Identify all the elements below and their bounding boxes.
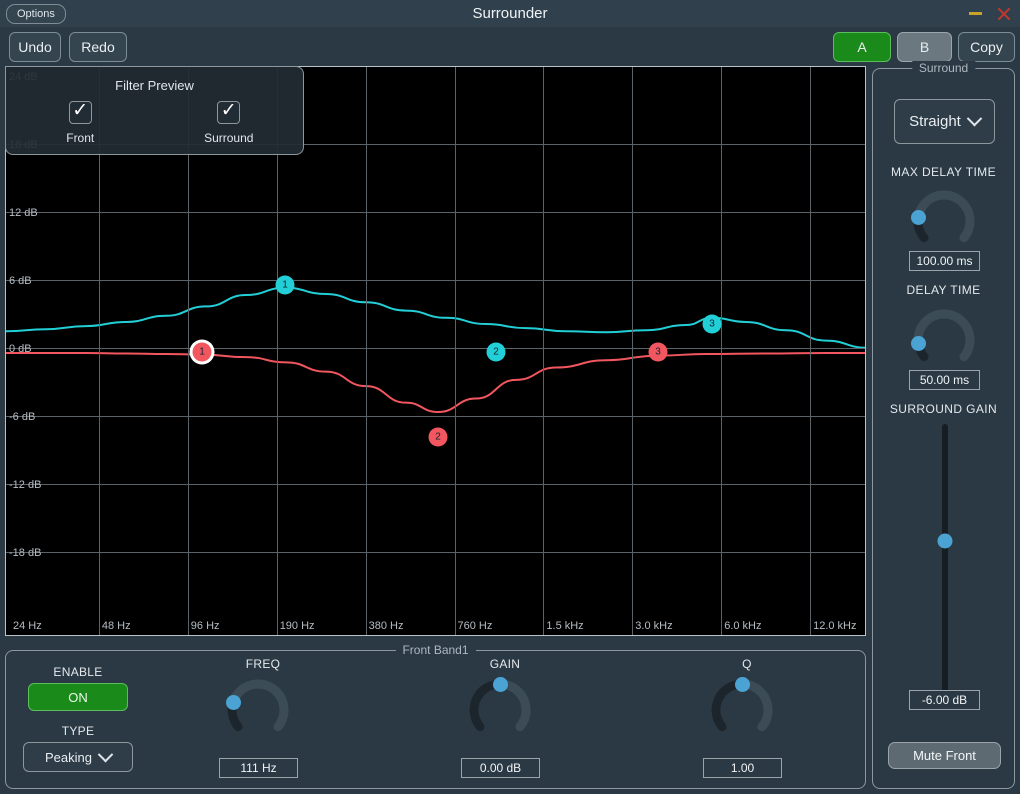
surround-mode-value: Straight xyxy=(909,113,961,130)
x-axis-label: 760 Hz xyxy=(457,620,493,632)
max-delay-label: MAX DELAY TIME xyxy=(891,165,996,179)
delay-label: DELAY TIME xyxy=(906,283,981,297)
options-button[interactable]: Options xyxy=(6,3,66,24)
x-axis-label: 24 Hz xyxy=(13,620,42,632)
knob-thumb[interactable] xyxy=(492,676,508,692)
front-checkbox[interactable] xyxy=(68,99,92,124)
preset-a-button[interactable]: A xyxy=(833,32,891,62)
y-axis-label: 0 dB xyxy=(9,342,32,355)
delay-knob[interactable] xyxy=(909,305,979,375)
enable-label: ENABLE xyxy=(53,665,103,679)
surround-gain-slider[interactable] xyxy=(937,424,953,695)
eq-curve-surround xyxy=(6,286,865,349)
toolbar: Undo Redo A B Copy xyxy=(0,27,1020,66)
grid-line-vertical xyxy=(632,67,634,635)
filter-type-dropdown[interactable]: Peaking xyxy=(23,742,133,772)
knob-thumb[interactable] xyxy=(225,694,241,710)
front-checkbox-label: Front xyxy=(66,131,95,145)
x-axis-label: 380 Hz xyxy=(368,620,404,632)
x-axis-label: 96 Hz xyxy=(190,620,220,632)
max-delay-value[interactable]: 100.00 ms xyxy=(909,251,980,271)
filter-type-value: Peaking xyxy=(45,749,92,765)
x-axis-label: 1.5 kHz xyxy=(546,620,584,632)
gain-label: GAIN xyxy=(489,657,521,671)
freq-knob[interactable] xyxy=(223,675,293,745)
minimize-icon[interactable] xyxy=(969,12,982,15)
type-label: TYPE xyxy=(61,724,95,738)
copy-button[interactable]: Copy xyxy=(958,32,1015,62)
q-knob[interactable] xyxy=(707,675,777,745)
grid-line-horizontal xyxy=(6,483,865,485)
filter-preview-title: Filter Preview xyxy=(115,78,194,93)
band-handle-front-2[interactable]: 2 xyxy=(428,427,448,447)
band-handle-surround-1[interactable]: 1 xyxy=(275,275,295,295)
grid-line-vertical xyxy=(543,67,545,635)
undo-button[interactable]: Undo xyxy=(9,32,61,62)
grid-line-vertical xyxy=(810,67,812,635)
y-axis-label: -12 dB xyxy=(9,478,42,491)
surround-panel-title: Surround xyxy=(911,61,976,75)
gain-value[interactable]: 0.00 dB xyxy=(461,758,540,778)
front-band-panel-title: Front Band1 xyxy=(395,643,476,657)
y-axis-label: 6 dB xyxy=(9,274,32,287)
surround-gain-thumb[interactable] xyxy=(937,533,953,549)
knob-thumb[interactable] xyxy=(910,210,926,226)
x-axis-label: 12.0 kHz xyxy=(813,620,857,632)
x-axis-label: 48 Hz xyxy=(101,620,131,632)
grid-line-vertical xyxy=(365,67,367,635)
grid-line-horizontal xyxy=(6,415,865,417)
enable-button[interactable]: ON xyxy=(28,683,128,711)
delay-value[interactable]: 50.00 ms xyxy=(909,370,980,390)
gain-knob[interactable] xyxy=(465,675,535,745)
freq-value[interactable]: 111 Hz xyxy=(219,758,298,778)
filter-preview-front[interactable]: Front xyxy=(6,99,155,145)
q-value[interactable]: 1.00 xyxy=(703,758,782,778)
close-icon[interactable] xyxy=(996,6,1012,22)
title-bar: Options Surrounder xyxy=(0,0,1020,27)
freq-label: FREQ xyxy=(245,657,281,671)
grid-line-horizontal xyxy=(6,551,865,553)
chevron-down-icon xyxy=(966,110,983,127)
max-delay-knob[interactable] xyxy=(909,186,979,256)
grid-line-vertical xyxy=(721,67,723,635)
surround-gain-value[interactable]: -6.00 dB xyxy=(909,690,980,710)
front-band-panel: Front Band1 ENABLE ON TYPE Peaking FREQ … xyxy=(5,643,866,789)
surround-gain-label: SURROUND GAIN xyxy=(889,402,998,416)
window-controls xyxy=(969,0,1012,27)
y-axis-label: 12 dB xyxy=(9,206,38,219)
x-axis-label: 6.0 kHz xyxy=(724,620,762,632)
band-handle-front-3[interactable]: 3 xyxy=(648,342,668,362)
x-axis-label: 190 Hz xyxy=(279,620,315,632)
knob-thumb[interactable] xyxy=(734,676,750,692)
eq-curve-front xyxy=(6,351,865,413)
y-axis-label: -18 dB xyxy=(9,546,42,559)
grid-line-horizontal xyxy=(6,211,865,213)
grid-line-horizontal xyxy=(6,279,865,281)
filter-preview-panel: Filter Preview Front Surround xyxy=(5,66,304,155)
grid-line-horizontal xyxy=(6,347,865,349)
surround-checkbox[interactable] xyxy=(217,99,241,124)
mute-front-button[interactable]: Mute Front xyxy=(888,742,1001,769)
grid-line-vertical xyxy=(454,67,456,635)
surround-mode-dropdown[interactable]: Straight xyxy=(894,99,995,144)
filter-preview-items: Front Surround xyxy=(6,99,304,145)
redo-button[interactable]: Redo xyxy=(69,32,127,62)
surround-panel: Surround Straight MAX DELAY TIME 100.00 … xyxy=(872,61,1015,789)
band-handle-front-1[interactable]: 1 xyxy=(192,342,212,362)
surround-checkbox-label: Surround xyxy=(204,131,254,145)
x-axis-label: 3.0 kHz xyxy=(635,620,673,632)
band-handle-surround-2[interactable]: 2 xyxy=(486,342,506,362)
window-title: Surrounder xyxy=(472,5,548,22)
preset-b-button[interactable]: B xyxy=(897,32,952,62)
y-axis-label: -6 dB xyxy=(9,410,36,423)
band-handle-surround-3[interactable]: 3 xyxy=(702,314,722,334)
filter-preview-surround[interactable]: Surround xyxy=(155,99,304,145)
q-label: Q xyxy=(742,657,752,671)
chevron-down-icon xyxy=(97,746,114,762)
